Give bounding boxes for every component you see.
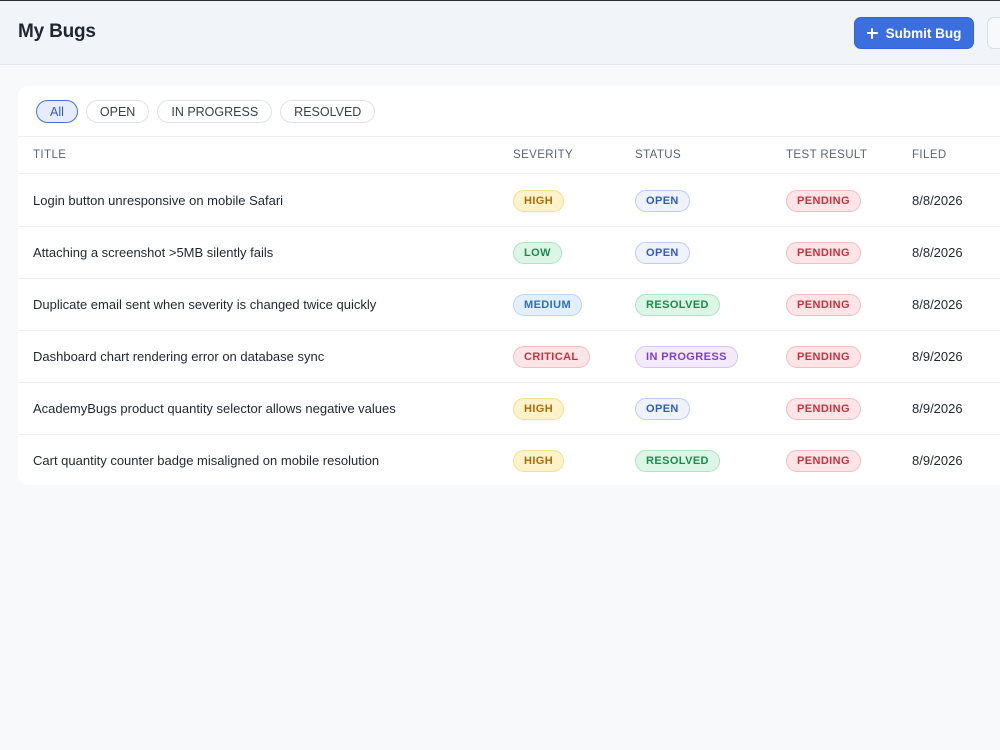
test-result-cell: PENDING bbox=[786, 331, 861, 382]
status-cell: RESOLVED bbox=[635, 435, 720, 486]
test-result-cell: PENDING bbox=[786, 175, 861, 226]
severity-badge: MEDIUM bbox=[513, 293, 583, 316]
severity-cell: HIGH bbox=[513, 175, 565, 226]
test-result-badge: PENDING bbox=[786, 449, 861, 472]
table-row[interactable]: Attaching a screenshot >5MB silently fai… bbox=[18, 227, 1000, 279]
test-result-cell: PENDING bbox=[786, 279, 861, 330]
status-filter-bar: All OPEN IN PROGRESS RESOLVED bbox=[36, 100, 376, 123]
severity-badge: HIGH bbox=[513, 397, 565, 420]
severity-cell: LOW bbox=[513, 227, 562, 278]
page-title: My Bugs bbox=[18, 21, 96, 42]
test-result-cell: PENDING bbox=[786, 383, 861, 434]
table-row[interactable]: Duplicate email sent when severity is ch… bbox=[18, 279, 1000, 331]
filed-date: 8/8/2026 bbox=[912, 193, 963, 208]
test-result-cell: PENDING bbox=[786, 435, 861, 486]
submit-bug-button[interactable]: Submit Bug bbox=[854, 17, 974, 49]
filed-cell: 8/8/2026 bbox=[912, 279, 963, 330]
table-row[interactable]: AcademyBugs product quantity selector al… bbox=[18, 383, 1000, 435]
bug-title[interactable]: Cart quantity counter badge misaligned o… bbox=[33, 453, 379, 468]
submit-bug-label: Submit Bug bbox=[885, 25, 962, 41]
table-row[interactable]: Dashboard chart rendering error on datab… bbox=[18, 331, 1000, 383]
secondary-header-button[interactable] bbox=[987, 17, 1000, 49]
filed-date: 8/8/2026 bbox=[912, 297, 963, 312]
title-cell: Cart quantity counter badge misaligned o… bbox=[33, 435, 379, 486]
column-header-test-result[interactable]: TEST RESULT bbox=[786, 149, 867, 161]
filter-chip-resolved[interactable]: RESOLVED bbox=[280, 100, 376, 123]
filter-chip-all[interactable]: All bbox=[36, 100, 78, 123]
severity-cell: CRITICAL bbox=[513, 331, 590, 382]
test-result-badge: PENDING bbox=[786, 189, 861, 212]
filed-cell: 8/9/2026 bbox=[912, 383, 963, 434]
plus-icon bbox=[866, 27, 878, 39]
status-badge: IN PROGRESS bbox=[635, 345, 738, 368]
severity-badge: HIGH bbox=[513, 449, 565, 472]
severity-badge: CRITICAL bbox=[513, 345, 590, 368]
test-result-badge: PENDING bbox=[786, 241, 861, 264]
severity-cell: HIGH bbox=[513, 383, 565, 434]
title-cell: Dashboard chart rendering error on datab… bbox=[33, 331, 324, 382]
filed-cell: 8/9/2026 bbox=[912, 435, 963, 486]
filter-chip-in-progress[interactable]: IN PROGRESS bbox=[157, 100, 273, 123]
bugs-card: All OPEN IN PROGRESS RESOLVED TITLE SEVE… bbox=[18, 86, 1000, 485]
table-header: TITLE SEVERITY STATUS TEST RESULT FILED bbox=[18, 136, 1000, 174]
column-header-title[interactable]: TITLE bbox=[33, 149, 66, 161]
page-header: My Bugs Submit Bug bbox=[0, 1, 1000, 65]
test-result-badge: PENDING bbox=[786, 397, 861, 420]
title-cell: Attaching a screenshot >5MB silently fai… bbox=[33, 227, 273, 278]
filed-date: 8/9/2026 bbox=[912, 349, 963, 364]
column-header-status[interactable]: STATUS bbox=[635, 149, 681, 161]
severity-badge: HIGH bbox=[513, 189, 565, 212]
filed-date: 8/8/2026 bbox=[912, 245, 963, 260]
test-result-badge: PENDING bbox=[786, 345, 861, 368]
column-header-severity[interactable]: SEVERITY bbox=[513, 149, 573, 161]
test-result-cell: PENDING bbox=[786, 227, 861, 278]
status-badge: RESOLVED bbox=[635, 293, 720, 316]
title-cell: Login button unresponsive on mobile Safa… bbox=[33, 175, 283, 226]
status-badge: OPEN bbox=[635, 189, 690, 212]
filter-chip-open[interactable]: OPEN bbox=[85, 100, 150, 123]
severity-badge: LOW bbox=[513, 241, 562, 264]
status-cell: OPEN bbox=[635, 383, 690, 434]
filed-date: 8/9/2026 bbox=[912, 401, 963, 416]
filed-date: 8/9/2026 bbox=[912, 453, 963, 468]
table-row[interactable]: Login button unresponsive on mobile Safa… bbox=[18, 175, 1000, 227]
bug-title[interactable]: AcademyBugs product quantity selector al… bbox=[33, 401, 396, 416]
status-cell: OPEN bbox=[635, 227, 690, 278]
filed-cell: 8/8/2026 bbox=[912, 175, 963, 226]
status-badge: RESOLVED bbox=[635, 449, 720, 472]
bug-title[interactable]: Duplicate email sent when severity is ch… bbox=[33, 297, 376, 312]
bug-title[interactable]: Login button unresponsive on mobile Safa… bbox=[33, 193, 283, 208]
status-badge: OPEN bbox=[635, 397, 690, 420]
status-badge: OPEN bbox=[635, 241, 690, 264]
table-row[interactable]: Cart quantity counter badge misaligned o… bbox=[18, 435, 1000, 487]
title-cell: Duplicate email sent when severity is ch… bbox=[33, 279, 376, 330]
column-header-filed[interactable]: FILED bbox=[912, 149, 947, 161]
status-cell: OPEN bbox=[635, 175, 690, 226]
bug-title[interactable]: Dashboard chart rendering error on datab… bbox=[33, 349, 324, 364]
status-cell: RESOLVED bbox=[635, 279, 720, 330]
filed-cell: 8/9/2026 bbox=[912, 331, 963, 382]
status-cell: IN PROGRESS bbox=[635, 331, 738, 382]
bug-title[interactable]: Attaching a screenshot >5MB silently fai… bbox=[33, 245, 273, 260]
severity-cell: MEDIUM bbox=[513, 279, 583, 330]
title-cell: AcademyBugs product quantity selector al… bbox=[33, 383, 396, 434]
test-result-badge: PENDING bbox=[786, 293, 861, 316]
severity-cell: HIGH bbox=[513, 435, 565, 486]
filed-cell: 8/8/2026 bbox=[912, 227, 963, 278]
